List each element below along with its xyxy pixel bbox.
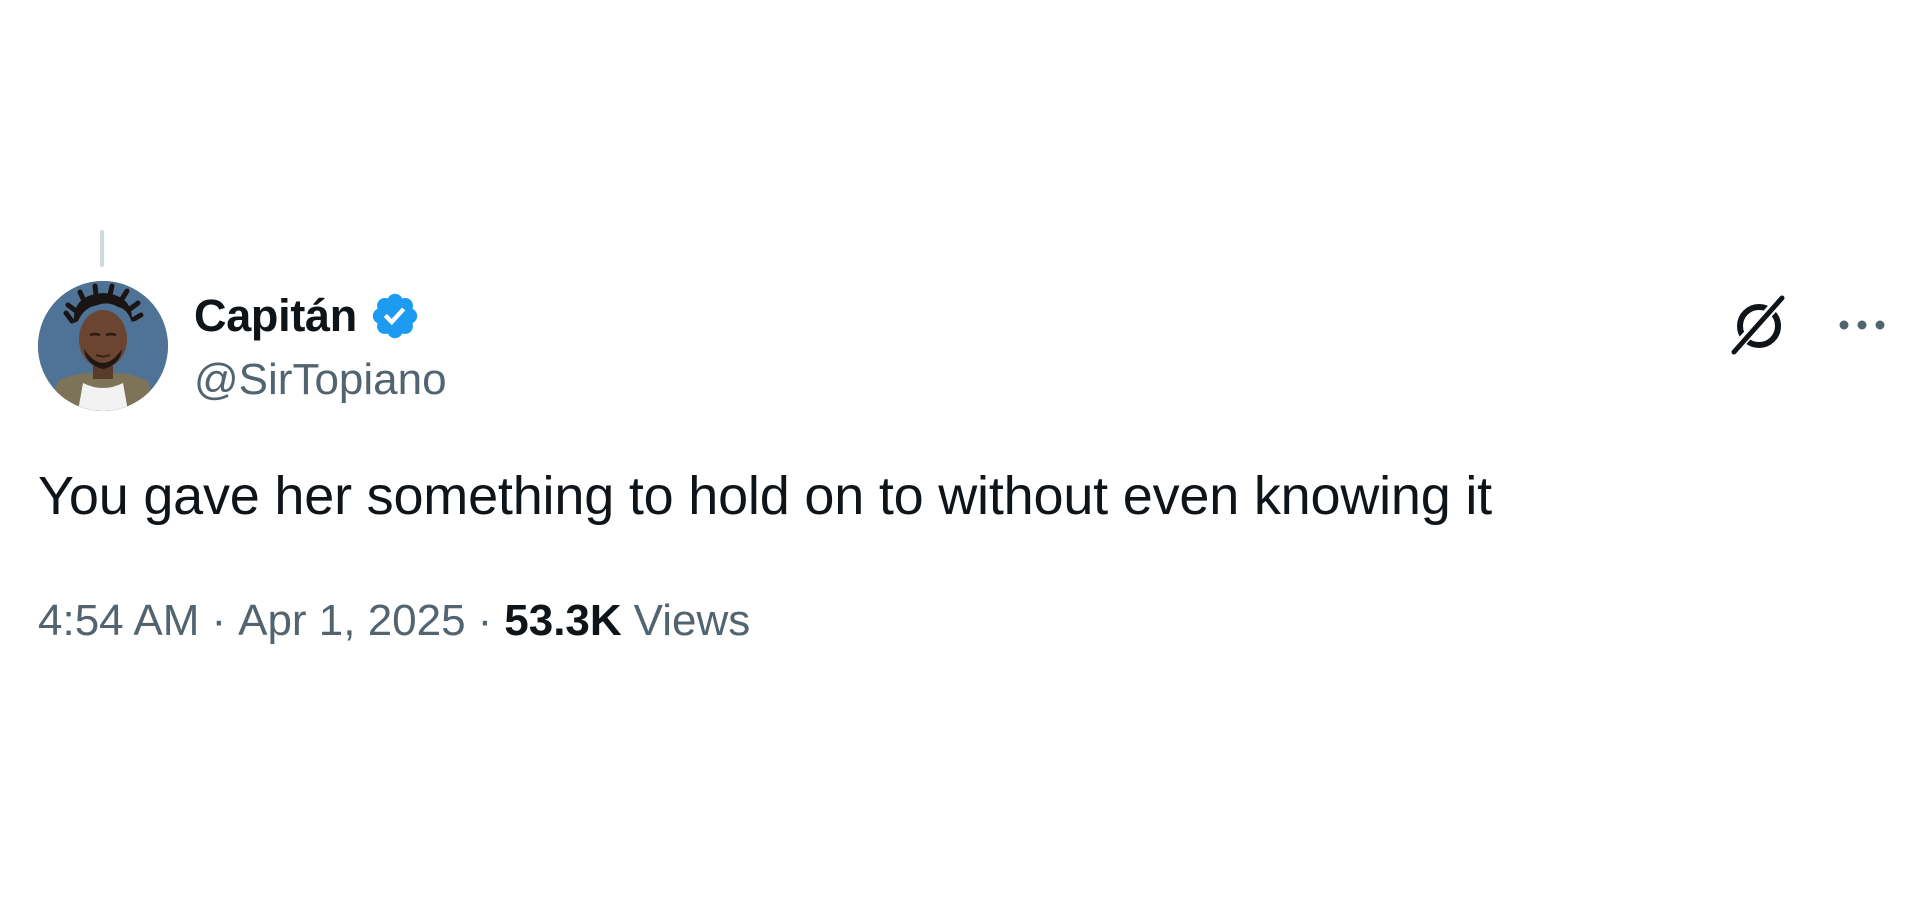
avatar-image — [38, 281, 168, 411]
more-options-icon[interactable] — [1836, 310, 1888, 340]
author-handle[interactable]: @SirTopiano — [194, 355, 447, 405]
grok-icon[interactable] — [1726, 292, 1792, 358]
separator-dot: · — [211, 596, 227, 645]
thread-connector-line — [100, 230, 104, 267]
tweet-text: You gave her something to hold on to wit… — [38, 466, 1492, 526]
author-display-name[interactable]: Capitán — [194, 290, 357, 342]
separator-dot: · — [477, 596, 493, 645]
avatar[interactable] — [38, 281, 168, 411]
author-name-row: Capitán — [194, 288, 421, 344]
tweet-metadata: 4:54 AM · Apr 1, 2025 · 53.3K Views — [38, 596, 750, 646]
tweet-time[interactable]: 4:54 AM — [38, 596, 199, 646]
tweet-date[interactable]: Apr 1, 2025 — [238, 596, 466, 646]
verified-badge-icon[interactable] — [369, 290, 421, 342]
views-count[interactable]: 53.3K — [504, 596, 621, 646]
tweet-card: Capitán @SirTopiano You gave her somethi… — [0, 0, 1920, 900]
views-label: Views — [633, 596, 751, 645]
